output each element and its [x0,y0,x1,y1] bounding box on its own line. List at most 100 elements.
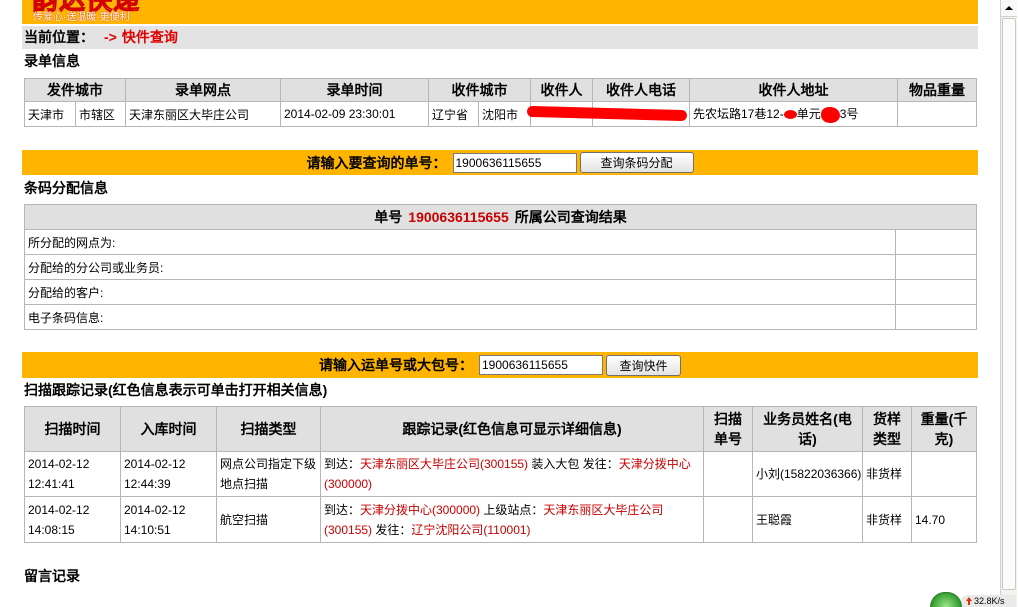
barcode-row: 电子条码信息: [24,304,978,330]
barcode-row-value [894,304,978,330]
record-text: 到达： [324,457,361,471]
barcode-row-label: 所分配的网点为: [24,229,896,255]
breadcrumb-label: 当前位置： [24,29,94,45]
header-recipient-address: 收件人地址 [689,78,898,102]
barcode-row: 所分配的网点为: [24,229,978,255]
upload-arrow-icon [966,597,972,605]
tracking-row: 2014-02-12 12:41:41 2014-02-12 12:44:39 … [24,451,977,497]
barcode-row: 分配给的分公司或业务员: [24,254,978,280]
record-link-outlet[interactable]: 天津东丽区大毕庄公司(300155) [360,457,528,471]
cell-sender-district: 市辖区 [75,101,126,127]
cell-sample-type: 非货样 [862,496,912,543]
scroll-up-arrow[interactable] [1001,0,1017,17]
breadcrumb-page: 快件查询 [121,29,178,45]
cell-item-weight [897,101,977,127]
header-recipient-phone: 收件人电话 [592,78,690,102]
record-text: 发往： [372,522,412,537]
tracking-title: 扫描跟踪记录(红色信息表示可单击打开相关信息) [24,382,328,398]
barcode-row-value [894,279,978,305]
header-sample-type: 货样类型 [862,406,912,452]
barcode-row-label: 分配给的客户: [24,279,896,305]
cell-scan-time: 2014-02-12 14:08:15 [24,496,121,543]
record-text: 上级站点： [480,502,544,517]
waybill-query-label: 请输入运单号或大包号： [319,357,473,373]
barcode-row-value [894,254,978,280]
cell-sample-type: 非货样 [862,451,912,497]
record-text: 到达： [324,502,361,517]
cell-sender-province: 天津市 [24,101,76,127]
cell-courier: 王聪霞 [752,496,863,543]
header-scan-type: 扫描类型 [216,406,321,452]
cell-record-time: 2014-02-09 23:30:01 [280,101,429,127]
header-scan-number: 扫描单号 [703,406,753,452]
query-waybill-button[interactable]: 查询快件 [606,354,681,376]
barcode-header-suffix: 所属公司查询结果 [514,209,627,225]
breadcrumb: 当前位置： -> 快件查询 [22,26,978,49]
barcode-header-row: 单号 1900636115655 所属公司查询结果 [23,204,978,230]
logo-slogan: 传爱心·送温暖·更便利 [33,12,130,23]
barcode-result-header: 单号 1900636115655 所属公司查询结果 [23,204,978,230]
cell-recipient-city: 沈阳市 [478,101,531,127]
cell-weight: 14.70 [911,496,977,543]
header-item-weight: 物品重量 [897,78,977,102]
waybill-input[interactable] [479,355,603,375]
tracking-table: 扫描时间 入库时间 扫描类型 跟踪记录(红色信息可显示详细信息) 扫描单号 业务… [24,406,977,543]
barcode-info-title: 条码分配信息 [24,180,108,196]
breadcrumb-arrow: -> [104,29,117,45]
cell-outlet: 天津东丽区大毕庄公司 [125,101,281,127]
header-scan-time: 扫描时间 [24,406,121,452]
cell-stock-time: 2014-02-12 12:44:39 [120,451,217,497]
barcode-query-label: 请输入要查询的单号： [306,154,447,171]
order-data-row: 天津市 市辖区 天津东丽区大毕庄公司 2014-02-09 23:30:01 辽… [24,101,977,127]
tracking-row: 2014-02-12 14:08:15 2014-02-12 14:10:51 … [24,496,977,543]
barcode-row-value [894,229,978,255]
scrollbar-thumb[interactable] [1002,18,1016,590]
cell-recipient-address: 先农坛路17巷12- 单元 3号 [689,101,898,127]
cell-stock-time: 2014-02-12 14:10:51 [120,496,217,543]
header-recipient-city: 收件城市 [428,78,531,102]
cell-scan-number [703,496,753,543]
redaction-mark [820,106,840,123]
net-speed-value: 32.8K/s [974,596,1005,606]
header-recipient-name: 收件人 [530,78,593,102]
net-speed-widget[interactable]: 32.8K/s [928,591,1016,607]
record-text: 装入大包 发往： [528,457,619,471]
cell-tracking-record: 到达：天津分拨中心(300000) 上级站点：天津东丽区大毕庄公司(300155… [320,496,704,543]
header-tracking-record: 跟踪记录(红色信息可显示详细信息) [320,406,704,452]
cell-courier: 小刘(15822036366) [752,451,863,497]
barcode-row-label: 电子条码信息: [24,304,896,330]
order-info-table: 发件城市 录单网点 录单时间 收件城市 收件人 收件人电话 收件人地址 物品重量… [24,78,977,127]
redaction-mark [783,110,797,120]
order-info-title: 录单信息 [24,53,80,69]
header-record-time: 录单时间 [280,78,429,102]
cell-scan-time: 2014-02-12 12:41:41 [24,451,121,497]
header-courier: 业务员姓名(电话) [752,406,863,452]
address-part: 先农坛路17巷12- [693,107,784,122]
record-link-destination[interactable]: 辽宁沈阳公司(110001) [411,523,530,537]
cell-weight [911,451,977,497]
barcode-input[interactable] [452,152,577,173]
barcode-info-table: 单号 1900636115655 所属公司查询结果 所分配的网点为: 分配给的分公司… [23,204,978,330]
cell-scan-type: 网点公司指定下级地点扫描 [216,451,321,497]
messages-title: 留言记录 [24,568,80,584]
top-banner: 韵达快递 传爱心·送温暖·更便利 [22,0,978,24]
page-content: 韵达快递 传爱心·送温暖·更便利 当前位置： -> 快件查询 录单信息 发件城市 录… [0,0,1000,607]
cell-scan-type: 航空扫描 [216,496,321,543]
breadcrumb-current: -> 快件查询 [104,29,178,45]
cell-recipient-province: 辽宁省 [428,101,479,127]
vertical-scrollbar[interactable] [1000,0,1017,607]
speed-ball-icon[interactable] [930,592,962,607]
barcode-row-label: 分配给的分公司或业务员: [24,254,896,280]
header-stock-time: 入库时间 [120,406,217,452]
query-barcode-button[interactable]: 查询条码分配 [579,152,694,173]
header-sender-city: 发件城市 [24,78,126,102]
waybill-query-bar: 请输入运单号或大包号： 查询快件 [22,352,978,378]
tracking-header-row: 扫描时间 入库时间 扫描类型 跟踪记录(红色信息可显示详细信息) 扫描单号 业务… [24,406,977,452]
record-link-hub[interactable]: 天津分拨中心(300000) [360,503,480,517]
address-part: 单元 [796,107,821,122]
order-header-row: 发件城市 录单网点 录单时间 收件城市 收件人 收件人电话 收件人地址 物品重量 [24,78,977,102]
address-part: 3号 [839,107,859,122]
barcode-header-number: 1900636115655 [408,209,509,225]
cell-scan-number [703,451,753,497]
header-weight: 重量(千克) [911,406,977,452]
